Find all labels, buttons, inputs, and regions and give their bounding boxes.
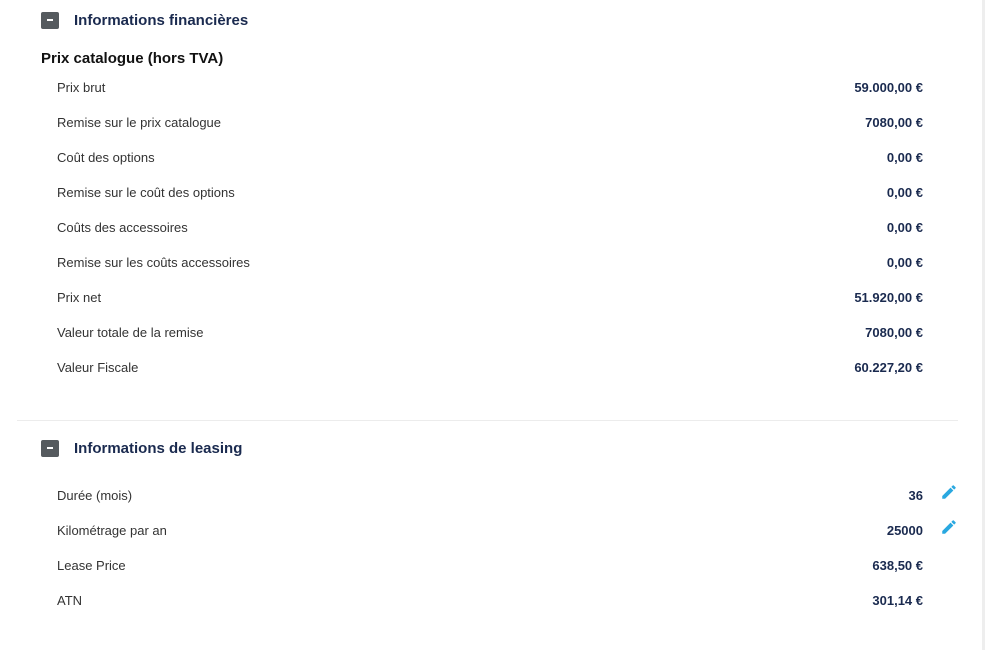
row-value: 59.000,00 € xyxy=(854,79,923,95)
edit-mileage-pencil-icon[interactable] xyxy=(940,518,958,536)
leasing-section-header: Informations de leasing xyxy=(41,438,242,458)
row-label: Coûts des accessoires xyxy=(57,219,188,235)
row-label: Coût des options xyxy=(57,149,155,165)
financial-row-options-discount: Remise sur le coût des options 0,00 € xyxy=(57,182,923,202)
row-value: 638,50 € xyxy=(872,557,923,573)
row-label: Lease Price xyxy=(57,557,126,573)
section-divider xyxy=(17,420,958,421)
leasing-row-atn: ATN 301,14 € xyxy=(57,590,923,610)
row-label: Remise sur le prix catalogue xyxy=(57,114,222,130)
row-value: 60.227,20 € xyxy=(854,359,923,375)
row-label: Remise sur le coût des options xyxy=(57,184,235,200)
row-label: Kilométrage par an xyxy=(57,522,167,538)
row-value: 7080,00 € xyxy=(865,114,923,130)
row-label: Remise sur les coûts accessoires xyxy=(57,254,250,270)
row-value: 36 xyxy=(908,487,923,503)
row-label: Durée (mois) xyxy=(57,487,133,503)
row-label: Prix brut xyxy=(57,79,106,95)
row-value: 51.920,00 € xyxy=(854,289,923,305)
row-label: Prix net xyxy=(57,289,102,305)
financial-row-fiscal-value: Valeur Fiscale 60.227,20 € xyxy=(57,357,923,377)
catalog-price-title: Prix catalogue (hors TVA) xyxy=(41,50,224,67)
row-label: Valeur totale de la remise xyxy=(57,324,204,340)
leasing-section-title: Informations de leasing xyxy=(74,439,243,457)
financial-section-title: Informations financières xyxy=(74,11,249,29)
financial-row-total-discount: Valeur totale de la remise 7080,00 € xyxy=(57,322,923,342)
leasing-collapse-button[interactable] xyxy=(41,439,59,457)
minus-icon xyxy=(47,447,53,449)
row-label: Valeur Fiscale xyxy=(57,359,139,375)
financial-collapse-button[interactable] xyxy=(41,11,59,29)
row-value: 301,14 € xyxy=(872,592,923,608)
minus-icon xyxy=(47,19,53,21)
financial-row-catalog-discount: Remise sur le prix catalogue 7080,00 € xyxy=(57,112,923,132)
financial-row-accessories-cost: Coûts des accessoires 0,00 € xyxy=(57,217,923,237)
page: Informations financières Prix catalogue … xyxy=(0,0,985,650)
row-value: 0,00 € xyxy=(886,149,923,165)
edit-duration-pencil-icon[interactable] xyxy=(940,483,958,501)
row-value: 0,00 € xyxy=(886,184,923,200)
row-value: 7080,00 € xyxy=(865,324,923,340)
row-value: 25000 xyxy=(886,522,923,538)
leasing-row-lease-price: Lease Price 638,50 € xyxy=(57,555,923,575)
financial-row-accessories-discount: Remise sur les coûts accessoires 0,00 € xyxy=(57,252,923,272)
leasing-row-duration: Durée (mois) 36 xyxy=(57,485,923,505)
row-label: ATN xyxy=(57,592,83,608)
row-value: 0,00 € xyxy=(886,254,923,270)
financial-row-options-cost: Coût des options 0,00 € xyxy=(57,147,923,167)
financial-row-gross-price: Prix brut 59.000,00 € xyxy=(57,77,923,97)
row-value: 0,00 € xyxy=(886,219,923,235)
financial-row-net-price: Prix net 51.920,00 € xyxy=(57,287,923,307)
financial-section-header: Informations financières xyxy=(41,10,248,30)
leasing-row-mileage: Kilométrage par an 25000 xyxy=(57,520,923,540)
